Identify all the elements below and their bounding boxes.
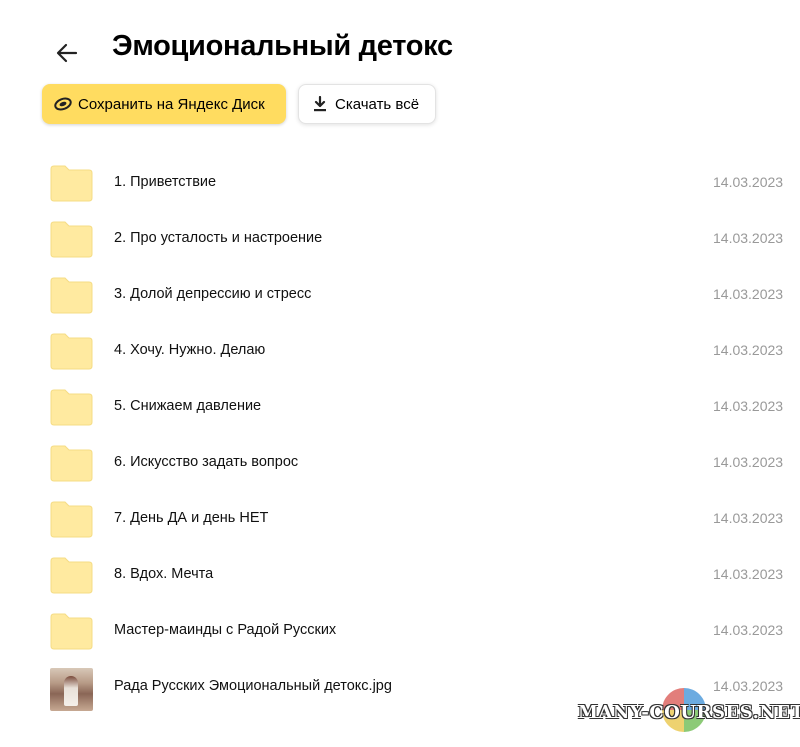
download-button-label: Скачать всё	[335, 95, 420, 113]
list-item[interactable]: 1. Приветствие 14.03.2023	[0, 155, 800, 211]
item-date: 14.03.2023	[713, 622, 784, 638]
item-name: 5. Снижаем давление	[114, 398, 262, 414]
item-name: 8. Вдох. Мечта	[114, 566, 214, 582]
list-item[interactable]: 6. Искусство задать вопрос 14.03.2023	[0, 435, 800, 491]
folder-icon	[50, 613, 93, 650]
list-item[interactable]: Мастер-маинды с Радой Русских 14.03.2023	[0, 603, 800, 659]
download-icon	[311, 95, 329, 113]
folder-icon	[50, 501, 93, 538]
folder-icon	[50, 389, 93, 426]
item-name: Рада Русских Эмоциональный детокс.jpg	[114, 678, 392, 694]
arrow-left-icon	[56, 43, 78, 63]
folder-icon	[50, 557, 93, 594]
list-item[interactable]: 7. День ДА и день НЕТ 14.03.2023	[0, 491, 800, 547]
folder-icon	[50, 277, 93, 314]
item-name: 2. Про усталость и настроение	[114, 230, 323, 246]
item-date: 14.03.2023	[713, 678, 784, 694]
item-date: 14.03.2023	[713, 566, 784, 582]
list-item[interactable]: 2. Про усталость и настроение 14.03.2023	[0, 211, 800, 267]
file-list: 1. Приветствие 14.03.2023 2. Про усталос…	[0, 155, 800, 715]
folder-icon	[50, 221, 93, 258]
folder-icon	[50, 445, 93, 482]
item-name: 4. Хочу. Нужно. Делаю	[114, 342, 266, 358]
item-date: 14.03.2023	[713, 174, 784, 190]
page-title: Эмоциональный детокс	[112, 30, 453, 62]
list-item[interactable]: 3. Долой депрессию и стресс 14.03.2023	[0, 267, 800, 323]
item-date: 14.03.2023	[713, 230, 784, 246]
photo-figure	[64, 676, 78, 706]
list-item[interactable]: 8. Вдох. Мечта 14.03.2023	[0, 547, 800, 603]
yandex-disk-icon	[54, 95, 72, 113]
item-date: 14.03.2023	[713, 454, 784, 470]
folder-icon	[50, 165, 93, 202]
item-name: 7. День ДА и день НЕТ	[114, 510, 269, 526]
back-button[interactable]	[50, 36, 84, 70]
save-button-label: Сохранить на Яндекс Диск	[78, 95, 265, 113]
list-item[interactable]: 5. Снижаем давление 14.03.2023	[0, 379, 800, 435]
save-to-yandex-disk-button[interactable]: Сохранить на Яндекс Диск	[42, 84, 286, 124]
item-name: 3. Долой депрессию и стресс	[114, 286, 312, 302]
page: Эмоциональный детокс Сохранить на Яндекс…	[0, 0, 800, 747]
item-name: 6. Искусство задать вопрос	[114, 454, 299, 470]
image-thumbnail	[50, 668, 93, 711]
item-name: Мастер-маинды с Радой Русских	[114, 622, 337, 638]
download-all-button[interactable]: Скачать всё	[298, 84, 436, 124]
item-date: 14.03.2023	[713, 398, 784, 414]
item-name: 1. Приветствие	[114, 174, 217, 190]
list-item[interactable]: 4. Хочу. Нужно. Делаю 14.03.2023	[0, 323, 800, 379]
watermark: MANY-COURSES.NET	[578, 702, 800, 723]
item-date: 14.03.2023	[713, 342, 784, 358]
item-date: 14.03.2023	[713, 510, 784, 526]
item-date: 14.03.2023	[713, 286, 784, 302]
folder-icon	[50, 333, 93, 370]
